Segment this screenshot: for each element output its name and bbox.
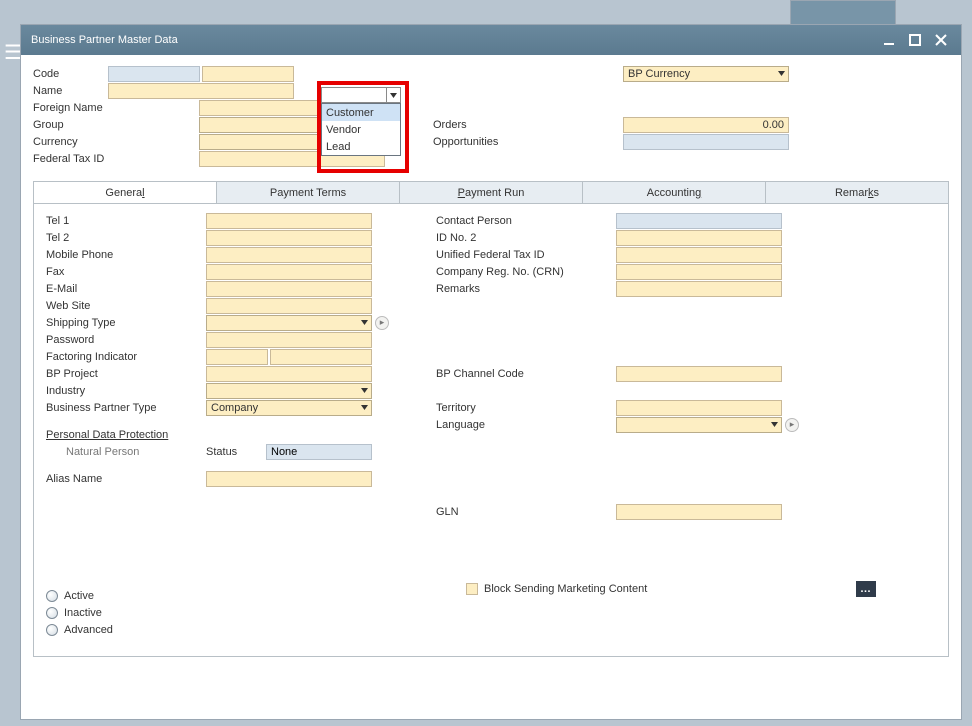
alias-label: Alias Name: [46, 473, 206, 485]
active-radio-label: Active: [64, 590, 94, 602]
tab-body-general: Tel 1 Tel 2 Mobile Phone Fax E-Mail Web …: [33, 204, 949, 657]
group-label: Group: [33, 119, 199, 131]
foreign-name-label: Foreign Name: [33, 102, 199, 114]
tel1-label: Tel 1: [46, 215, 206, 227]
bp-project-label: BP Project: [46, 368, 206, 380]
code-type-select[interactable]: [321, 87, 401, 103]
industry-select[interactable]: [206, 383, 372, 399]
fax-label: Fax: [46, 266, 206, 278]
pdp-link[interactable]: Personal Data Protection: [46, 429, 206, 441]
territory-label: Territory: [436, 402, 616, 414]
territory-field[interactable]: [616, 400, 782, 416]
idno2-field[interactable]: [616, 230, 782, 246]
federal-tax-id-label: Federal Tax ID: [33, 153, 199, 165]
natural-person-label: Natural Person: [46, 446, 206, 458]
inactive-radio[interactable]: [46, 607, 58, 619]
idno2-label: ID No. 2: [436, 232, 616, 244]
tel2-field[interactable]: [206, 230, 372, 246]
tab-strip: General Payment Terms Payment Run Accoun…: [33, 181, 949, 204]
code-type-option-lead[interactable]: Lead: [322, 138, 400, 155]
code-type-dropdown: Customer Vendor Lead: [321, 103, 401, 156]
block-marketing-checkbox[interactable]: [466, 583, 478, 595]
shipping-type-select[interactable]: [206, 315, 372, 331]
uftid-field[interactable]: [616, 247, 782, 263]
factoring-field1[interactable]: [206, 349, 268, 365]
uftid-label: Unified Federal Tax ID: [436, 249, 616, 261]
inactive-radio-label: Inactive: [64, 607, 102, 619]
password-field[interactable]: [206, 332, 372, 348]
currency-label: Currency: [33, 136, 199, 148]
remarks-field[interactable]: [616, 281, 782, 297]
code-type-option-customer[interactable]: Customer: [322, 104, 400, 121]
language-select[interactable]: [616, 417, 782, 433]
mobile-label: Mobile Phone: [46, 249, 206, 261]
advanced-radio-label: Advanced: [64, 624, 113, 636]
crn-field[interactable]: [616, 264, 782, 280]
window: Business Partner Master Data Code Name F…: [20, 24, 962, 720]
bp-currency-select[interactable]: BP Currency: [623, 66, 789, 82]
active-radio[interactable]: [46, 590, 58, 602]
status-value: None: [266, 444, 372, 460]
bp-channel-label: BP Channel Code: [436, 368, 616, 380]
bp-channel-field[interactable]: [616, 366, 782, 382]
website-field[interactable]: [206, 298, 372, 314]
code-field[interactable]: [108, 66, 200, 82]
tab-general[interactable]: General: [33, 181, 217, 203]
alias-field[interactable]: [206, 471, 372, 487]
industry-label: Industry: [46, 385, 206, 397]
email-label: E-Mail: [46, 283, 206, 295]
tab-accounting[interactable]: Accounting: [583, 181, 766, 203]
language-label: Language: [436, 419, 616, 431]
opportunities-label: Opportunities: [433, 136, 623, 148]
contact-label: Contact Person: [436, 215, 616, 227]
block-marketing-label: Block Sending Marketing Content: [484, 583, 647, 595]
contact-field[interactable]: [616, 213, 782, 229]
background-tab: [790, 0, 896, 24]
maximize-button[interactable]: [905, 30, 925, 50]
website-label: Web Site: [46, 300, 206, 312]
remarks-label: Remarks: [436, 283, 616, 295]
gln-field[interactable]: [616, 504, 782, 520]
code-label: Code: [33, 68, 108, 80]
close-button[interactable]: [931, 30, 951, 50]
tab-remarks[interactable]: Remarks: [766, 181, 949, 203]
bp-type-select[interactable]: Company: [206, 400, 372, 416]
dropdown-arrow-icon: [386, 88, 400, 102]
tel2-label: Tel 2: [46, 232, 206, 244]
factoring-field2[interactable]: [270, 349, 372, 365]
shipping-type-label: Shipping Type: [46, 317, 206, 329]
factoring-label: Factoring Indicator: [46, 351, 206, 363]
bp-project-field[interactable]: [206, 366, 372, 382]
tab-payment-terms[interactable]: Payment Terms: [217, 181, 400, 203]
email-field[interactable]: [206, 281, 372, 297]
minimize-button[interactable]: [879, 30, 899, 50]
fax-field[interactable]: [206, 264, 372, 280]
mobile-field[interactable]: [206, 247, 372, 263]
name-field[interactable]: [108, 83, 294, 99]
window-title: Business Partner Master Data: [31, 34, 178, 46]
orders-value: 0.00: [623, 117, 789, 133]
tab-payment-run[interactable]: Payment Run: [400, 181, 583, 203]
bp-type-label: Business Partner Type: [46, 402, 206, 414]
tel1-field[interactable]: [206, 213, 372, 229]
title-bar: Business Partner Master Data: [21, 25, 961, 55]
code-field2[interactable]: [202, 66, 294, 82]
status-label: Status: [206, 446, 266, 458]
advanced-radio[interactable]: [46, 624, 58, 636]
language-link-icon[interactable]: ▸: [785, 418, 799, 432]
name-label: Name: [33, 85, 108, 97]
opportunities-value: [623, 134, 789, 150]
crn-label: Company Reg. No. (CRN): [436, 266, 616, 278]
password-label: Password: [46, 334, 206, 346]
code-type-option-vendor[interactable]: Vendor: [322, 121, 400, 138]
gln-label: GLN: [436, 506, 616, 518]
orders-label: Orders: [433, 119, 623, 131]
block-marketing-details-button[interactable]: …: [856, 581, 876, 597]
shipping-type-link-icon[interactable]: ▸: [375, 316, 389, 330]
